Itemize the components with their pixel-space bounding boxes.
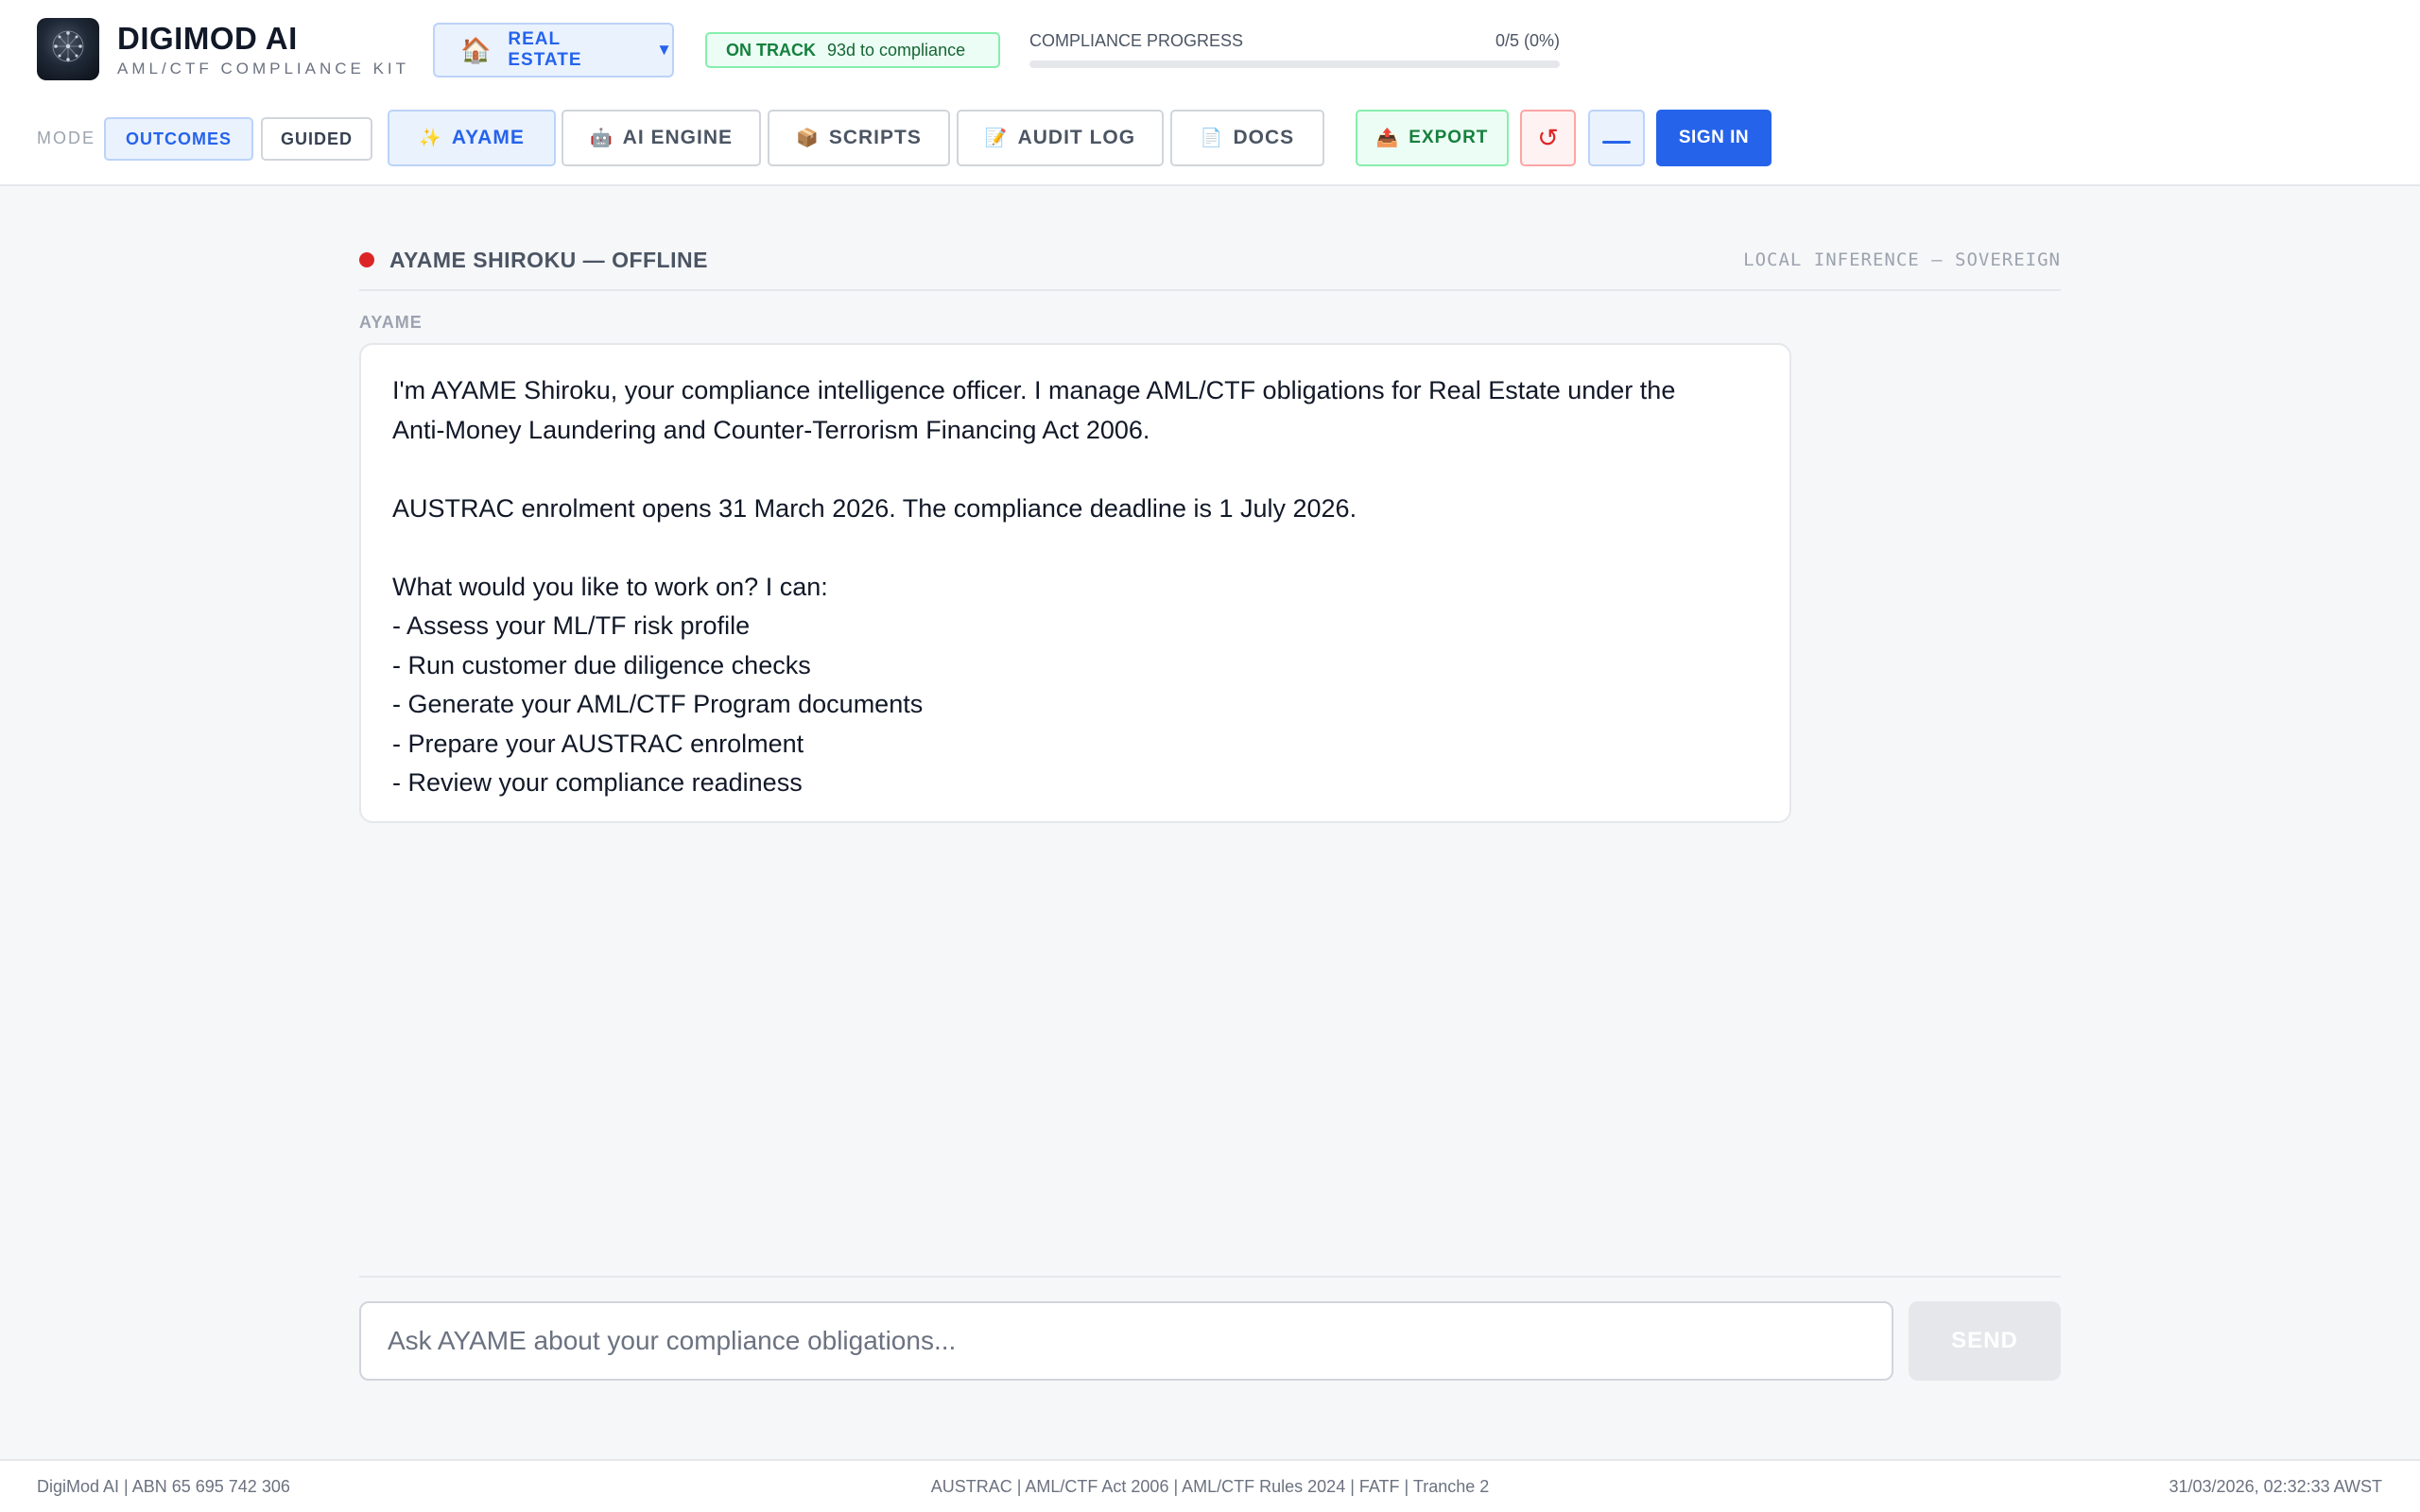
footer-regulations: AUSTRAC | AML/CTF Act 2006 | AML/CTF Rul…	[930, 1477, 1490, 1496]
status-detail: 93d to compliance	[827, 40, 966, 60]
circuit-brain-icon	[52, 30, 84, 62]
document-icon: 📄	[1200, 129, 1224, 148]
message-line: I'm AYAME Shiroku, your compliance intel…	[392, 376, 1676, 404]
package-icon: 📦	[796, 129, 820, 148]
minimize-button[interactable]	[1588, 110, 1645, 166]
tab-label: AI ENGINE	[622, 127, 734, 148]
chevron-down-icon: ▼	[656, 41, 672, 59]
tab-label: DOCS	[1233, 127, 1295, 148]
message-line: What would you like to work on? I can:	[392, 572, 828, 601]
chat-input[interactable]	[359, 1301, 1893, 1381]
robot-icon: 🤖	[589, 129, 614, 148]
reset-button[interactable]: ↺	[1520, 110, 1576, 166]
message-line: - Prepare your AUSTRAC enrolment	[392, 729, 804, 758]
progress-value: 0/5 (0%)	[1495, 31, 1560, 50]
house-icon: 🏠	[460, 35, 492, 64]
minimize-icon	[1602, 140, 1631, 144]
message-line: - Generate your AML/CTF Program document…	[392, 690, 924, 718]
message-line: - Review your compliance readiness	[392, 768, 803, 797]
tab-ai-engine[interactable]: 🤖 AI ENGINE	[562, 110, 761, 166]
export-button[interactable]: 📤 EXPORT	[1356, 110, 1509, 166]
mode-guided-button[interactable]: GUIDED	[261, 117, 372, 161]
tab-scripts[interactable]: 📦 SCRIPTS	[768, 110, 950, 166]
assistant-message: I'm AYAME Shiroku, your compliance intel…	[359, 343, 1791, 823]
tab-audit-log[interactable]: 📝 AUDIT LOG	[957, 110, 1164, 166]
message-line	[392, 450, 1758, 490]
tab-label: SCRIPTS	[828, 127, 922, 148]
assistant-status-name: AYAME SHIROKU — OFFLINE	[389, 248, 708, 272]
inference-mode-label: LOCAL INFERENCE — SOVEREIGN	[1743, 249, 2061, 270]
compliance-progress: COMPLIANCE PROGRESS 0/5 (0%)	[1029, 31, 1560, 68]
brand-name: DIGIMOD AI	[117, 21, 298, 56]
brand-subtitle: AML/CTF COMPLIANCE KIT	[117, 60, 410, 77]
tab-ayame[interactable]: ✨ AYAME	[388, 110, 556, 166]
refresh-icon: ↺	[1537, 123, 1559, 152]
brand-logo	[37, 18, 99, 80]
mode-outcomes-button[interactable]: OUTCOMES	[104, 117, 253, 161]
message-line	[392, 528, 1758, 568]
memo-icon: 📝	[984, 129, 1009, 148]
send-button[interactable]: SEND	[1909, 1301, 2061, 1381]
sign-in-button[interactable]: SIGN IN	[1656, 110, 1772, 166]
tab-label: AYAME	[451, 127, 525, 148]
tab-docs[interactable]: 📄 DOCS	[1170, 110, 1324, 166]
message-line: - Run customer due diligence checks	[392, 650, 811, 679]
sector-label: REAL ESTATE	[508, 29, 582, 70]
sector-selector[interactable]: 🏠 REAL ESTATE ▼	[433, 23, 674, 77]
progress-track	[1029, 60, 1560, 68]
mode-label: MODE	[37, 129, 95, 147]
footer-timestamp: 31/03/2026, 02:32:33 AWST	[2169, 1477, 2383, 1496]
composer-divider	[359, 1276, 2061, 1278]
sparkles-icon: ✨	[419, 129, 442, 148]
message-line: AUSTRAC enrolment opens 31 March 2026. T…	[392, 493, 1357, 523]
offline-status-dot	[359, 252, 374, 267]
app-footer: DigiMod AI | ABN 65 695 742 306 AUSTRAC …	[0, 1459, 2420, 1512]
assistant-status-bar: AYAME SHIROKU — OFFLINE LOCAL INFERENCE …	[359, 244, 2061, 291]
message-line: - Assess your ML/TF risk profile	[392, 611, 751, 640]
status-label: ON TRACK	[726, 40, 816, 60]
export-label: EXPORT	[1409, 128, 1489, 147]
compliance-status-badge: ON TRACK 93d to compliance	[705, 32, 1000, 68]
message-line: Anti-Money Laundering and Counter-Terror…	[392, 415, 1150, 444]
app-header: DIGIMOD AI AML/CTF COMPLIANCE KIT 🏠 REAL…	[0, 0, 2420, 186]
export-icon: 📤	[1375, 129, 1400, 148]
tab-label: AUDIT LOG	[1017, 127, 1136, 148]
progress-label: COMPLIANCE PROGRESS	[1029, 31, 1244, 50]
message-sender: AYAME	[359, 313, 423, 332]
